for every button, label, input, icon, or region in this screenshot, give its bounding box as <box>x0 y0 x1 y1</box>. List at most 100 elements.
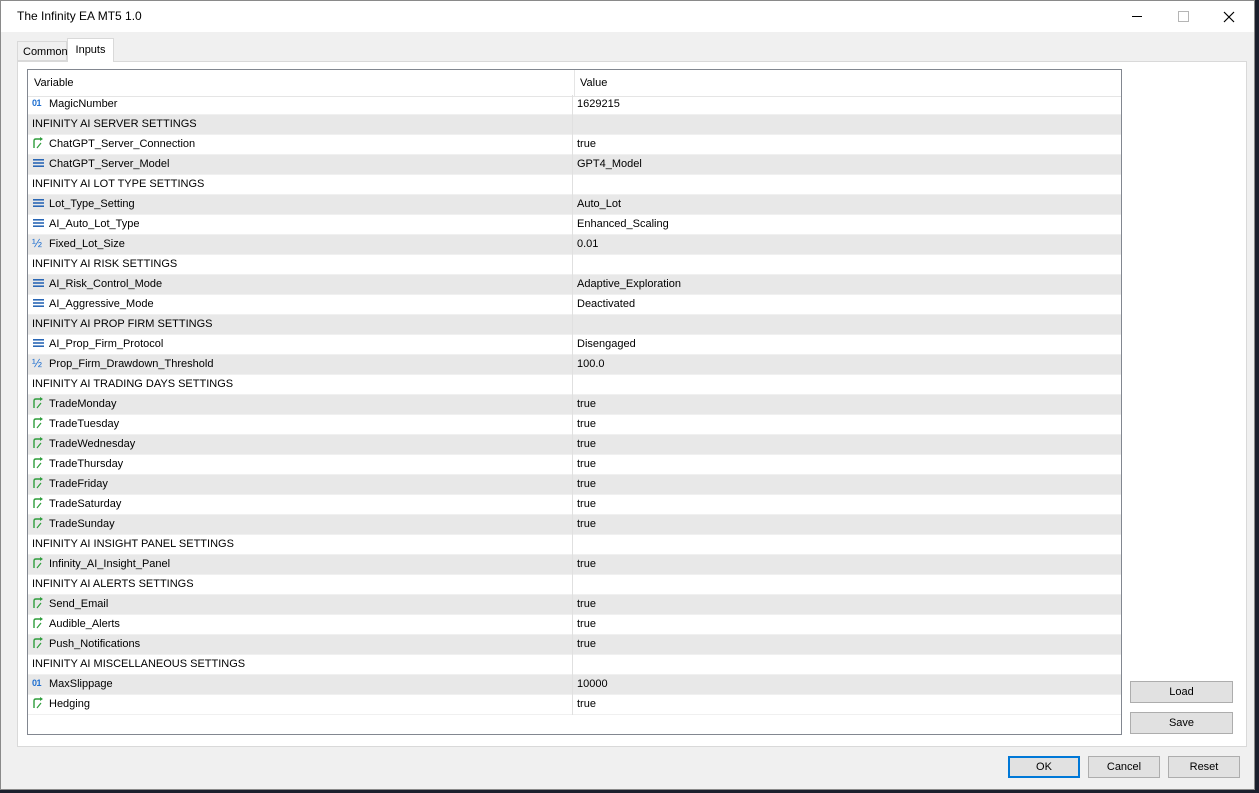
variable-cell: ChatGPT_Server_Connection <box>28 135 573 155</box>
value-cell[interactable]: true <box>574 615 1121 635</box>
grid-rows: 01 MagicNumber 1629215 INFINITY AI SERVER S… <box>28 95 1121 715</box>
value-cell[interactable]: true <box>574 395 1121 415</box>
value-cell[interactable]: true <box>574 455 1121 475</box>
input-row[interactable]: ½ Prop_Firm_Drawdown_Threshold 100.0 <box>28 355 1121 375</box>
variable-name: Push_Notifications <box>49 638 141 650</box>
bool-type-icon <box>32 517 45 529</box>
value-cell[interactable]: true <box>574 135 1121 155</box>
input-row[interactable]: Send_Email true <box>28 595 1121 615</box>
value-cell[interactable]: true <box>574 475 1121 495</box>
value-cell[interactable]: 1629215 <box>574 95 1121 115</box>
section-row[interactable]: INFINITY AI ALERTS SETTINGS <box>28 575 1121 595</box>
maximize-button[interactable] <box>1160 1 1206 32</box>
input-row[interactable]: TradeSunday true <box>28 515 1121 535</box>
value-cell <box>574 315 1121 335</box>
enum-type-icon <box>32 197 45 209</box>
section-row[interactable]: INFINITY AI LOT TYPE SETTINGS <box>28 175 1121 195</box>
inputs-grid: Variable Value 01 MagicNumber 1629215 INFIN… <box>27 69 1122 735</box>
input-row[interactable]: TradeThursday true <box>28 455 1121 475</box>
bool-type-icon <box>32 477 45 489</box>
input-row[interactable]: ChatGPT_Server_Model GPT4_Model <box>28 155 1121 175</box>
value-cell[interactable]: GPT4_Model <box>574 155 1121 175</box>
variable-cell: Lot_Type_Setting <box>28 195 573 215</box>
value-cell[interactable]: true <box>574 435 1121 455</box>
variable-name: TradeWednesday <box>49 438 136 450</box>
input-row[interactable]: TradeMonday true <box>28 395 1121 415</box>
variable-name: AI_Auto_Lot_Type <box>49 218 140 230</box>
minimize-button[interactable] <box>1114 1 1160 32</box>
value-cell[interactable]: 10000 <box>574 675 1121 695</box>
reset-button[interactable]: Reset <box>1168 756 1240 778</box>
minimize-icon <box>1132 16 1142 17</box>
value-cell[interactable]: true <box>574 555 1121 575</box>
variable-cell: INFINITY AI ALERTS SETTINGS <box>28 575 573 595</box>
input-row[interactable]: ChatGPT_Server_Connection true <box>28 135 1121 155</box>
input-row[interactable]: Push_Notifications true <box>28 635 1121 655</box>
variable-cell: TradeThursday <box>28 455 573 475</box>
save-button[interactable]: Save <box>1130 712 1233 734</box>
ok-button[interactable]: OK <box>1008 756 1080 778</box>
close-button[interactable] <box>1206 1 1252 32</box>
variable-name: ChatGPT_Server_Connection <box>49 138 196 150</box>
section-row[interactable]: INFINITY AI SERVER SETTINGS <box>28 115 1121 135</box>
value-cell[interactable]: Deactivated <box>574 295 1121 315</box>
input-row[interactable]: AI_Prop_Firm_Protocol Disengaged <box>28 335 1121 355</box>
section-row[interactable]: INFINITY AI MISCELLANEOUS SETTINGS <box>28 655 1121 675</box>
input-row[interactable]: AI_Risk_Control_Mode Adaptive_Exploration <box>28 275 1121 295</box>
input-row[interactable]: 01 MagicNumber 1629215 <box>28 95 1121 115</box>
enum-type-icon <box>32 217 45 229</box>
variable-cell: AI_Aggressive_Mode <box>28 295 573 315</box>
input-row[interactable]: Lot_Type_Setting Auto_Lot <box>28 195 1121 215</box>
input-row[interactable]: Infinity_AI_Insight_Panel true <box>28 555 1121 575</box>
tab-inputs[interactable]: Inputs <box>67 38 114 62</box>
value-cell[interactable]: true <box>574 515 1121 535</box>
value-cell <box>574 115 1121 135</box>
variable-name: Audible_Alerts <box>49 618 120 630</box>
input-row[interactable]: 01 MaxSlippage 10000 <box>28 675 1121 695</box>
variable-name: Hedging <box>49 698 90 710</box>
int-type-icon: 01 <box>32 678 42 689</box>
variable-name: INFINITY AI SERVER SETTINGS <box>32 118 197 130</box>
cancel-button[interactable]: Cancel <box>1088 756 1160 778</box>
value-cell[interactable]: Adaptive_Exploration <box>574 275 1121 295</box>
variable-name: INFINITY AI ALERTS SETTINGS <box>32 578 194 590</box>
input-row[interactable]: AI_Aggressive_Mode Deactivated <box>28 295 1121 315</box>
section-row[interactable]: INFINITY AI TRADING DAYS SETTINGS <box>28 375 1121 395</box>
input-row[interactable]: TradeFriday true <box>28 475 1121 495</box>
variable-cell: ½ Fixed_Lot_Size <box>28 235 573 255</box>
variable-name: INFINITY AI INSIGHT PANEL SETTINGS <box>32 538 234 550</box>
input-row[interactable]: TradeSaturday true <box>28 495 1121 515</box>
value-cell[interactable]: Auto_Lot <box>574 195 1121 215</box>
value-cell[interactable]: Enhanced_Scaling <box>574 215 1121 235</box>
variable-name: MagicNumber <box>49 98 118 110</box>
column-header-value[interactable]: Value <box>574 70 1080 96</box>
variable-cell: TradeMonday <box>28 395 573 415</box>
value-cell[interactable]: true <box>574 635 1121 655</box>
value-cell[interactable]: true <box>574 595 1121 615</box>
column-header-variable[interactable]: Variable <box>28 70 575 96</box>
value-cell[interactable]: 0.01 <box>574 235 1121 255</box>
value-cell[interactable]: true <box>574 695 1121 715</box>
input-row[interactable]: ½ Fixed_Lot_Size 0.01 <box>28 235 1121 255</box>
value-cell[interactable]: true <box>574 415 1121 435</box>
section-row[interactable]: INFINITY AI INSIGHT PANEL SETTINGS <box>28 535 1121 555</box>
section-row[interactable]: INFINITY AI PROP FIRM SETTINGS <box>28 315 1121 335</box>
input-row[interactable]: TradeTuesday true <box>28 415 1121 435</box>
value-cell <box>574 255 1121 275</box>
bool-type-icon <box>32 397 45 409</box>
title-bar: The Infinity EA MT5 1.0 <box>1 1 1254 32</box>
value-cell[interactable]: 100.0 <box>574 355 1121 375</box>
variable-name: AI_Risk_Control_Mode <box>49 278 163 290</box>
input-row[interactable]: Hedging true <box>28 695 1121 715</box>
input-row[interactable]: TradeWednesday true <box>28 435 1121 455</box>
variable-cell: TradeTuesday <box>28 415 573 435</box>
input-row[interactable]: AI_Auto_Lot_Type Enhanced_Scaling <box>28 215 1121 235</box>
section-row[interactable]: INFINITY AI RISK SETTINGS <box>28 255 1121 275</box>
value-cell[interactable]: true <box>574 495 1121 515</box>
tab-common[interactable]: Common <box>17 41 68 61</box>
load-button[interactable]: Load <box>1130 681 1233 703</box>
variable-cell: ½ Prop_Firm_Drawdown_Threshold <box>28 355 573 375</box>
variable-cell: 01 MagicNumber <box>28 95 573 115</box>
input-row[interactable]: Audible_Alerts true <box>28 615 1121 635</box>
value-cell[interactable]: Disengaged <box>574 335 1121 355</box>
